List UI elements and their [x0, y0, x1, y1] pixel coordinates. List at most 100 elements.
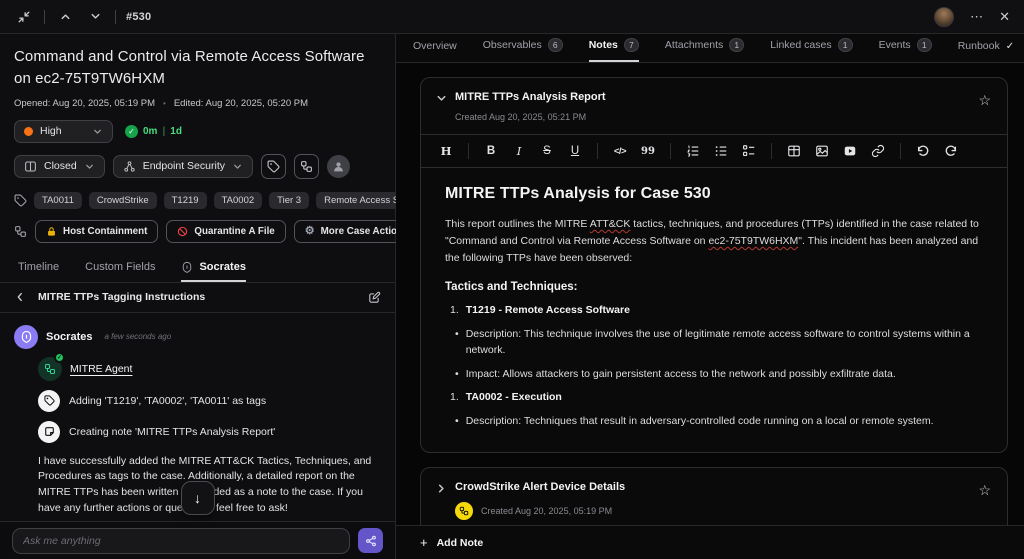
next-case-chevron-down-icon[interactable] — [85, 7, 105, 27]
user-avatar[interactable] — [934, 7, 954, 27]
mitre-agent-icon: ✓ — [38, 357, 62, 381]
note-action-icon — [38, 421, 60, 443]
case-details-panel: Command and Control via Remote Access So… — [0, 34, 396, 559]
tag-icon — [14, 194, 27, 207]
message-sender: Socrates — [46, 331, 92, 343]
sla-due: 1d — [170, 126, 182, 137]
team-value: Endpoint Security — [143, 160, 225, 172]
sla-elapsed: 0m — [143, 126, 157, 137]
scroll-to-bottom-button[interactable]: ↓ — [181, 481, 215, 515]
ordered-list-button[interactable] — [680, 138, 706, 164]
image-button[interactable] — [809, 138, 835, 164]
status-value: Closed — [44, 160, 77, 172]
collapse-note-chevron-icon[interactable] — [435, 92, 455, 105]
table-button[interactable] — [781, 138, 807, 164]
severity-value: High — [40, 125, 62, 137]
undo-button[interactable] — [910, 138, 936, 164]
mitre-agent-link[interactable]: MITRE Agent — [70, 363, 132, 375]
tab-timeline[interactable]: Timeline — [18, 261, 59, 282]
case-opened-timestamp: Opened: Aug 20, 2025, 05:19 PM — [14, 98, 155, 109]
manage-tags-button[interactable] — [261, 154, 286, 179]
agent-success-check-icon: ✓ — [54, 352, 65, 363]
list-item: 1.T1219 - Remote Access Software — [445, 303, 983, 319]
person-icon — [332, 160, 345, 173]
tab-overview[interactable]: Overview — [413, 40, 457, 62]
note-action-text: Creating note 'MITRE TTPs Analysis Repor… — [69, 426, 275, 438]
new-chat-icon[interactable] — [368, 291, 381, 304]
task-list-button[interactable] — [736, 138, 762, 164]
chat-input-bar — [0, 521, 395, 559]
linked-cases-count: 1 — [838, 38, 853, 52]
note-paragraph: This report outlines the MITRE ATT&CK ta… — [445, 216, 983, 266]
collapse-panel-icon[interactable] — [14, 7, 34, 27]
back-chevron-icon[interactable] — [14, 291, 26, 303]
tab-observables[interactable]: Observables6 — [483, 38, 563, 62]
tab-notes[interactable]: Notes7 — [589, 38, 639, 62]
video-button[interactable] — [837, 138, 863, 164]
tag-chip[interactable]: TA0011 — [34, 192, 82, 209]
tag-chip[interactable]: T1219 — [164, 192, 207, 209]
team-dropdown[interactable]: Endpoint Security — [113, 155, 253, 178]
redo-button[interactable] — [938, 138, 964, 164]
expand-note-chevron-icon[interactable] — [435, 482, 455, 495]
link-button[interactable] — [865, 138, 891, 164]
runbook-check-icon: ✓ — [1006, 41, 1014, 52]
blockquote-button[interactable]: 99 — [635, 138, 661, 164]
code-button[interactable]: </> — [607, 138, 633, 164]
tab-linked-cases[interactable]: Linked cases1 — [770, 38, 852, 62]
list-item: •Impact: Allows attackers to gain persis… — [445, 367, 983, 383]
quarantine-file-button[interactable]: Quarantine A File — [166, 220, 285, 243]
severity-dropdown[interactable]: High — [14, 120, 113, 143]
note-body[interactable]: MITRE TTPs Analysis for Case 530 This re… — [421, 168, 1007, 452]
status-dropdown[interactable]: Closed — [14, 155, 105, 178]
bullet-list-button[interactable] — [708, 138, 734, 164]
tag-icon — [267, 160, 280, 173]
bold-button[interactable]: B — [478, 138, 504, 164]
tab-events[interactable]: Events1 — [879, 38, 932, 62]
socrates-helmet-icon — [181, 261, 193, 273]
hierarchy-icon — [123, 160, 136, 173]
divider — [115, 10, 116, 24]
heading-button[interactable]: H — [433, 138, 459, 164]
helmet-icon — [20, 330, 33, 343]
events-count: 1 — [917, 38, 932, 52]
case-edited-timestamp: Edited: Aug 20, 2025, 05:20 PM — [174, 98, 308, 109]
strikethrough-button[interactable]: S — [534, 138, 560, 164]
more-options-icon[interactable]: ⋯ — [970, 10, 983, 23]
prev-case-chevron-up-icon[interactable] — [55, 7, 75, 27]
ask-input[interactable] — [12, 528, 350, 554]
host-containment-button[interactable]: Host Containment — [35, 220, 158, 243]
attachments-count: 1 — [729, 38, 744, 52]
tab-custom-fields[interactable]: Custom Fields — [85, 261, 155, 282]
notes-count: 7 — [624, 38, 639, 52]
tag-chip[interactable]: Tier 3 — [269, 192, 309, 209]
tag-chip[interactable]: TA0002 — [214, 192, 263, 209]
send-button[interactable] — [358, 528, 383, 553]
divider — [44, 10, 45, 24]
italic-button[interactable]: I — [506, 138, 532, 164]
message-timestamp: a few seconds ago — [104, 332, 171, 341]
sla-timer: ✓ 0m | 1d — [125, 125, 182, 138]
star-note-icon[interactable]: ☆ — [978, 483, 991, 497]
workflows-button[interactable] — [294, 154, 319, 179]
tag-chip[interactable]: CrowdStrike — [89, 192, 157, 209]
assignee-avatar[interactable] — [327, 155, 350, 178]
tab-runbook[interactable]: Runbook✓ — [958, 40, 1014, 62]
star-note-icon[interactable]: ☆ — [978, 93, 991, 107]
close-icon[interactable]: ✕ — [999, 10, 1010, 23]
underline-button[interactable]: U — [562, 138, 588, 164]
socrates-thread-header: MITRE TTPs Tagging Instructions — [0, 283, 395, 313]
top-bar: #530 ⋯ ✕ — [0, 0, 1024, 34]
editor-toolbar: H B I S U </> 99 — [421, 134, 1007, 168]
severity-high-dot — [24, 127, 33, 136]
observables-count: 6 — [548, 38, 563, 52]
thread-title: MITRE TTPs Tagging Instructions — [38, 291, 356, 303]
tab-socrates[interactable]: Socrates — [181, 261, 245, 282]
note-subheading: Tactics and Techniques: — [445, 281, 983, 293]
automation-avatar — [455, 502, 473, 520]
tab-attachments[interactable]: Attachments1 — [665, 38, 744, 62]
add-note-button[interactable]: + Add Note — [420, 535, 483, 550]
lock-icon — [46, 226, 57, 237]
note-heading: MITRE TTPs Analysis for Case 530 — [445, 185, 983, 203]
ban-icon — [177, 226, 188, 237]
